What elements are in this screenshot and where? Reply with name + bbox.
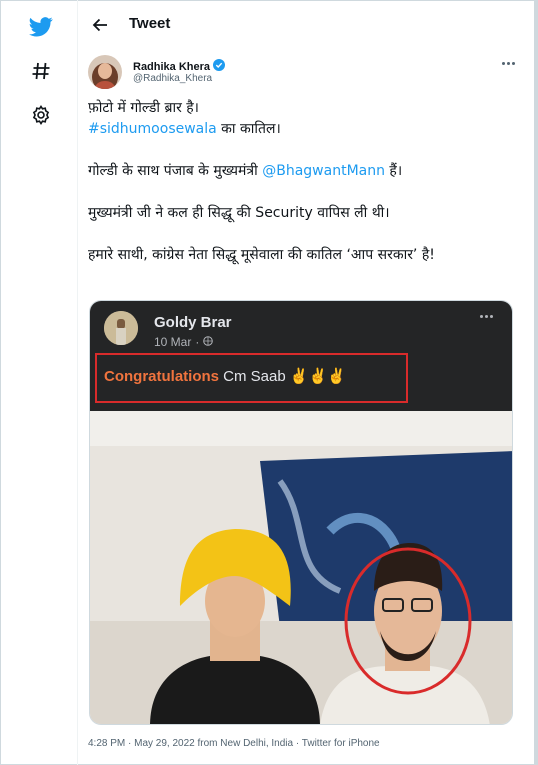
avatar[interactable] — [88, 55, 122, 89]
verified-badge-icon — [213, 59, 226, 74]
hashtag-link[interactable]: #sidhumoosewala — [88, 121, 217, 137]
tweet-timestamp-source[interactable]: 4:28 PM · May 29, 2022 from New Delhi, I… — [88, 738, 380, 749]
page-header: Tweet — [78, 0, 532, 50]
tweet-paragraph-2: गोल्डी के साथ पंजाब के मुख्यमंत्री @Bhag… — [88, 161, 518, 182]
globe-icon — [203, 335, 214, 349]
embedded-post-date: 10 Mar — [154, 335, 192, 349]
more-options-icon[interactable] — [498, 57, 518, 69]
embedded-post-meta: 10 Mar · — [154, 335, 214, 349]
highlight-box — [95, 353, 408, 403]
mention-link[interactable]: @BhagwantMann — [262, 163, 385, 179]
twitter-logo-icon[interactable] — [26, 12, 56, 42]
embedded-post-more-icon — [480, 315, 493, 318]
author-name[interactable]: Radhika Khera — [133, 59, 226, 74]
page-title: Tweet — [129, 15, 171, 32]
embedded-post-dot: · — [195, 335, 200, 349]
tweet-paragraph-4: हमारे साथी, कांग्रेस नेता सिद्धू मूसेवाल… — [88, 247, 435, 263]
tweet-para2-after: हैं। — [384, 163, 403, 179]
tweet-paragraph-1: फ़ोटो में गोल्डी ब्रार है। #sidhumoosewa… — [88, 98, 518, 140]
tweet-line-1: फ़ोटो में गोल्डी ब्रार है। — [88, 100, 199, 116]
tweet-media[interactable]: Goldy Brar 10 Mar · Congratulations Cm S… — [89, 300, 513, 725]
author-handle[interactable]: @Radhika_Khera — [133, 73, 212, 84]
hashtag-icon[interactable] — [26, 56, 56, 86]
embedded-post-header: Goldy Brar 10 Mar · Congratulations Cm S… — [90, 301, 512, 411]
main-column: Tweet Radhika Khera @Radhika_Khera फ़ोटो… — [78, 0, 532, 765]
left-nav-rail — [0, 0, 78, 765]
embedded-photo — [90, 411, 512, 724]
settings-gear-icon[interactable] — [26, 100, 56, 130]
tweet-text: फ़ोटो में गोल्डी ब्रार है। #sidhumoosewa… — [88, 98, 518, 287]
embedded-post-avatar — [104, 311, 138, 345]
embedded-post-author: Goldy Brar — [154, 314, 232, 331]
tweet-para2-before: गोल्डी के साथ पंजाब के मुख्यमंत्री — [88, 163, 263, 179]
back-arrow-icon[interactable] — [88, 13, 112, 37]
tweet-paragraph-3: मुख्यमंत्री जी ने कल ही सिद्धू की Securi… — [88, 205, 390, 221]
author-name-text[interactable]: Radhika Khera — [133, 61, 210, 73]
tweet-line-2-rest: का कातिल। — [216, 121, 281, 137]
